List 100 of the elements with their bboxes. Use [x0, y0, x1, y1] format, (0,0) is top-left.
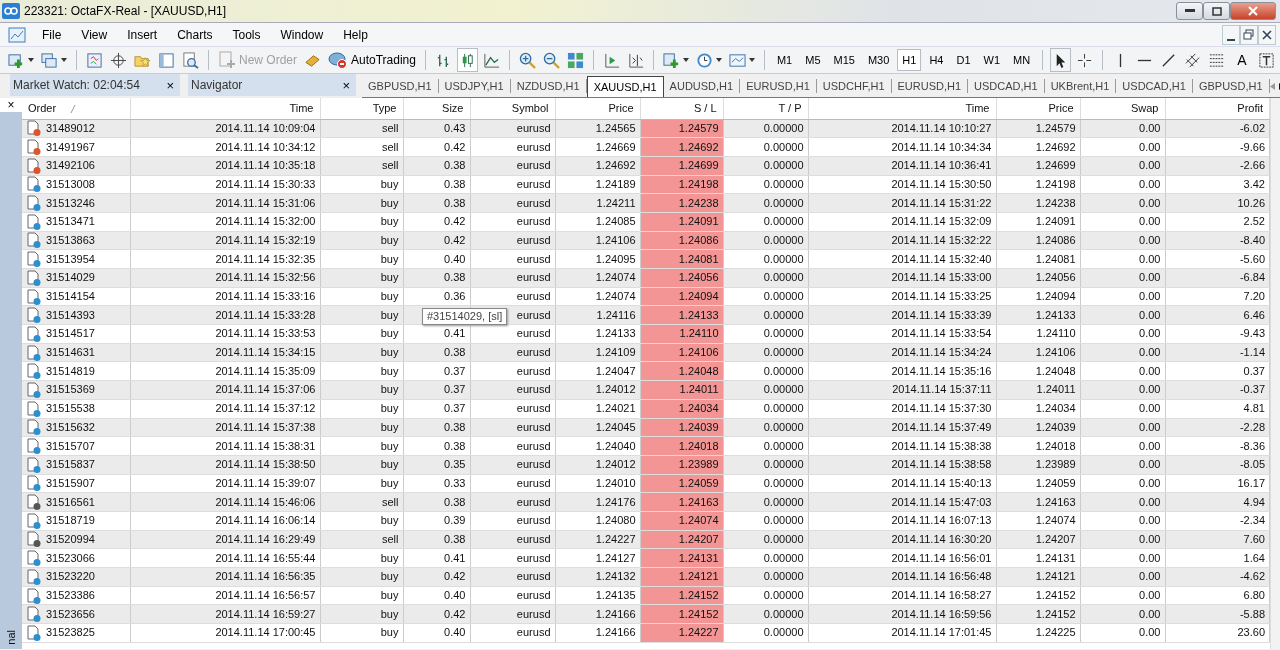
timeframe-button[interactable]: M30 — [862, 49, 895, 71]
order-number: 31523066 — [46, 550, 95, 566]
column-header[interactable]: Time — [965, 102, 990, 115]
chart-tab[interactable]: USDCAD,H1 — [1116, 79, 1193, 93]
menu-item[interactable]: Help — [333, 25, 378, 44]
table-cell: sell — [382, 532, 399, 545]
table-cell: 0.43 — [444, 121, 466, 134]
timeframe-button[interactable]: H4 — [924, 49, 949, 71]
order-number: 31515907 — [46, 475, 95, 491]
maximize-button[interactable] — [1203, 2, 1230, 20]
timeframe-button[interactable]: D1 — [951, 49, 976, 71]
table-cell: 2014.11.14 16:59:27 — [215, 607, 316, 620]
column-header[interactable]: Order — [28, 102, 57, 115]
column-header[interactable]: Symbol — [511, 102, 549, 115]
table-cell: eurusd — [516, 589, 551, 602]
chart-tab[interactable]: GBPUSD,H1 — [1192, 79, 1270, 93]
table-cell: 2014.11.14 15:32:35 — [215, 252, 316, 265]
order-number: 31515538 — [46, 401, 95, 417]
table-cell: 0.42 — [444, 140, 466, 153]
table-cell: 0.00000 — [763, 252, 804, 265]
table-cell: 0.00000 — [763, 439, 804, 452]
table-cell: 2014.11.14 15:37:12 — [215, 402, 316, 415]
order-number: 31514819 — [46, 363, 95, 379]
text-tool-button[interactable]: A — [1230, 48, 1254, 72]
order-number: 31514029 — [46, 270, 95, 286]
table-cell: 2014.11.14 10:35:18 — [215, 159, 316, 172]
table-cell: buy — [380, 551, 399, 564]
chart-tab[interactable]: EURUSD,H1 — [891, 79, 969, 93]
chart-tab[interactable]: USDCHF,H1 — [816, 79, 892, 93]
table-cell: 1.24021 — [595, 402, 636, 415]
close-button[interactable] — [1258, 24, 1276, 45]
chart-tab[interactable]: XAUUSD,H1 — [586, 76, 664, 97]
close-button[interactable]: × — [0, 98, 22, 112]
order-number: 31513863 — [46, 232, 95, 248]
close-button[interactable]: × — [340, 78, 352, 92]
column-header[interactable]: Profit — [1237, 102, 1263, 115]
menu-item[interactable]: Insert — [117, 25, 168, 44]
chart-tab[interactable]: NZDUSD,H1 — [510, 79, 587, 93]
table-cell: 2014.11.14 15:31:06 — [215, 196, 316, 209]
table-cell: 2014.11.14 16:56:35 — [215, 570, 316, 583]
table-cell: 2014.11.14 15:33:16 — [215, 290, 316, 303]
table-cell: 1.24132 — [595, 570, 636, 583]
chart-tab[interactable]: UKBrent,H1 — [1044, 79, 1117, 93]
column-header[interactable]: T / P — [778, 102, 802, 115]
terminal-tab-label[interactable]: nal — [5, 630, 17, 645]
column-header[interactable]: Price — [608, 102, 634, 115]
table-cell: buy — [380, 271, 399, 284]
table-cell: 0.00000 — [763, 532, 804, 545]
table-cell: eurusd — [516, 252, 551, 265]
timeframe-button[interactable]: M15 — [828, 49, 860, 71]
chart-tab[interactable]: GBPUSD,H1 — [362, 79, 439, 93]
column-header[interactable]: Price — [1048, 102, 1074, 115]
timeframe-button[interactable]: H1 — [897, 49, 922, 71]
table-cell: 2014.11.14 16:56:48 — [891, 570, 992, 583]
column-header[interactable]: Swap — [1130, 102, 1159, 115]
timeframe-button[interactable]: M5 — [800, 49, 826, 71]
table-cell: 0.00 — [1139, 271, 1161, 284]
table-cell: 2014.11.14 15:30:50 — [891, 177, 992, 190]
table-cell: eurusd — [516, 346, 551, 359]
close-button[interactable]: × — [164, 78, 176, 92]
timeframe-button[interactable]: MN — [1008, 49, 1036, 71]
menu-item[interactable]: File — [32, 25, 72, 44]
table-cell: 2014.11.14 16:58:27 — [891, 589, 992, 602]
menu-item[interactable]: Tools — [222, 25, 271, 44]
timeframe-button[interactable]: W1 — [978, 49, 1005, 71]
close-button[interactable] — [1230, 2, 1276, 20]
table-cell: 0.36 — [444, 290, 466, 303]
order-number: 31523825 — [46, 625, 95, 641]
timeframe-button[interactable]: M1 — [771, 49, 798, 71]
table-cell: 2014.11.14 15:32:09 — [891, 215, 992, 228]
table-cell: 1.24094 — [1035, 290, 1076, 303]
column-header[interactable]: Type — [372, 102, 397, 115]
chart-tab[interactable]: AUDUSD,H1 — [663, 79, 741, 93]
table-cell: 0.00 — [1139, 495, 1161, 508]
table-cell: 0.00 — [1139, 290, 1161, 303]
minimize-button[interactable] — [1222, 24, 1240, 45]
chart-tab[interactable]: EURUSD,H1 — [740, 79, 817, 93]
table-cell: buy — [380, 308, 399, 321]
table-cell: 0.00 — [1139, 364, 1161, 377]
table-cell: eurusd — [516, 570, 551, 583]
table-cell: 0.00000 — [763, 196, 804, 209]
chart-tab[interactable]: USDJPY,H1 — [438, 79, 511, 93]
column-header[interactable]: Size — [442, 102, 464, 115]
menu-item[interactable]: View — [71, 25, 118, 44]
table-cell: 2014.11.14 16:30:20 — [891, 532, 992, 545]
menu-item[interactable]: Charts — [167, 25, 223, 44]
restore-button[interactable] — [1240, 24, 1258, 45]
table-cell: 0.00 — [1139, 346, 1161, 359]
column-header[interactable]: Time — [289, 102, 314, 115]
cursor-icon[interactable] — [1050, 48, 1072, 72]
column-header[interactable]: S / L — [693, 102, 717, 115]
minimize-button[interactable] — [1176, 2, 1203, 20]
minimize-icon — [1227, 38, 1235, 41]
menu-item[interactable]: Window — [270, 25, 334, 44]
candlestick-icon[interactable] — [456, 48, 478, 72]
table-cell: -8.05 — [1239, 458, 1265, 471]
table-cell: buy — [380, 196, 399, 209]
chart-tab[interactable]: USDCAD,H1 — [968, 79, 1045, 93]
autotrading-button[interactable]: AutoTrading — [326, 48, 418, 72]
table-cell: 2014.11.14 15:37:30 — [891, 402, 992, 415]
